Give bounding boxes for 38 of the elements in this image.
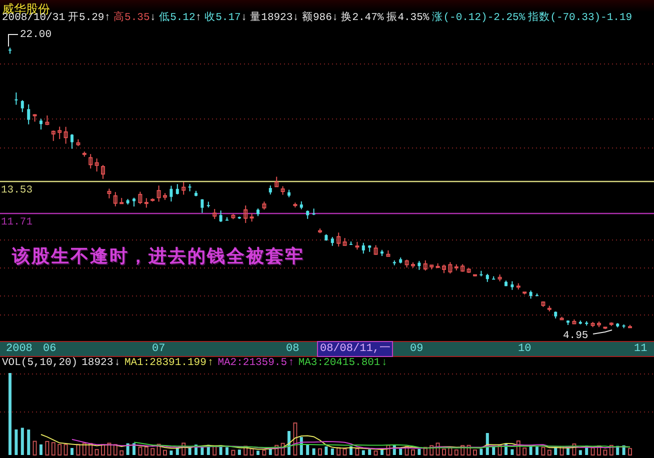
volume-legend-value: VOL(5,10,20): [2, 357, 78, 370]
trend-arrow: ↓: [240, 12, 248, 24]
trend-arrow: ↑: [195, 12, 202, 24]
trend-arrow: ↓: [150, 12, 156, 24]
date-label: 08: [285, 342, 300, 356]
trend-arrow: ↑: [104, 12, 111, 24]
price-label: 13.53: [1, 184, 33, 196]
quote-value: 涨(-0.12)-2.25%: [432, 12, 526, 24]
trend-arrow: ↓: [332, 12, 338, 24]
date-label: 09: [409, 342, 424, 356]
date-label: 06: [42, 342, 58, 356]
trend-arrow: ↓: [114, 357, 120, 370]
quote-value: 低5.12: [159, 12, 196, 24]
date-label: 08/08/11,一: [318, 342, 392, 356]
volume-legend-value: 18923: [82, 357, 114, 370]
volume-legend-value: MA3:20415.801: [298, 357, 380, 370]
quote-value: 指数(-70.33)-1.19: [528, 12, 632, 24]
trend-arrow: ↓: [381, 357, 388, 370]
price-label: 4.95: [563, 330, 588, 341]
quote-value: 振4.35%: [386, 12, 430, 24]
date-label: 07: [151, 342, 166, 356]
quote-value: 开5.29: [68, 12, 104, 24]
trend-arrow: ↓: [292, 12, 299, 24]
quote-value: 换2.47%: [341, 12, 384, 24]
volume-legend-value: MA2:21359.5: [218, 357, 287, 370]
quote-value: 额986: [302, 12, 332, 24]
quote-value: 量18923: [250, 12, 293, 24]
date-label: 2008: [5, 342, 34, 356]
trend-arrow: ↑: [288, 357, 294, 370]
date-label: 10: [517, 342, 532, 356]
annotation-text: 该股生不逢时，进去的钱全被套牢: [12, 246, 304, 268]
quote-value: 高5.35: [114, 12, 150, 24]
quote-value: 收5.17: [204, 12, 241, 24]
volume-legend-value: MA1:28391.199: [124, 357, 206, 370]
trend-arrow: ↑: [207, 357, 214, 370]
price-label: 11.71: [1, 216, 33, 228]
date-label: 11: [633, 342, 648, 356]
price-label: 22.00: [20, 29, 52, 41]
